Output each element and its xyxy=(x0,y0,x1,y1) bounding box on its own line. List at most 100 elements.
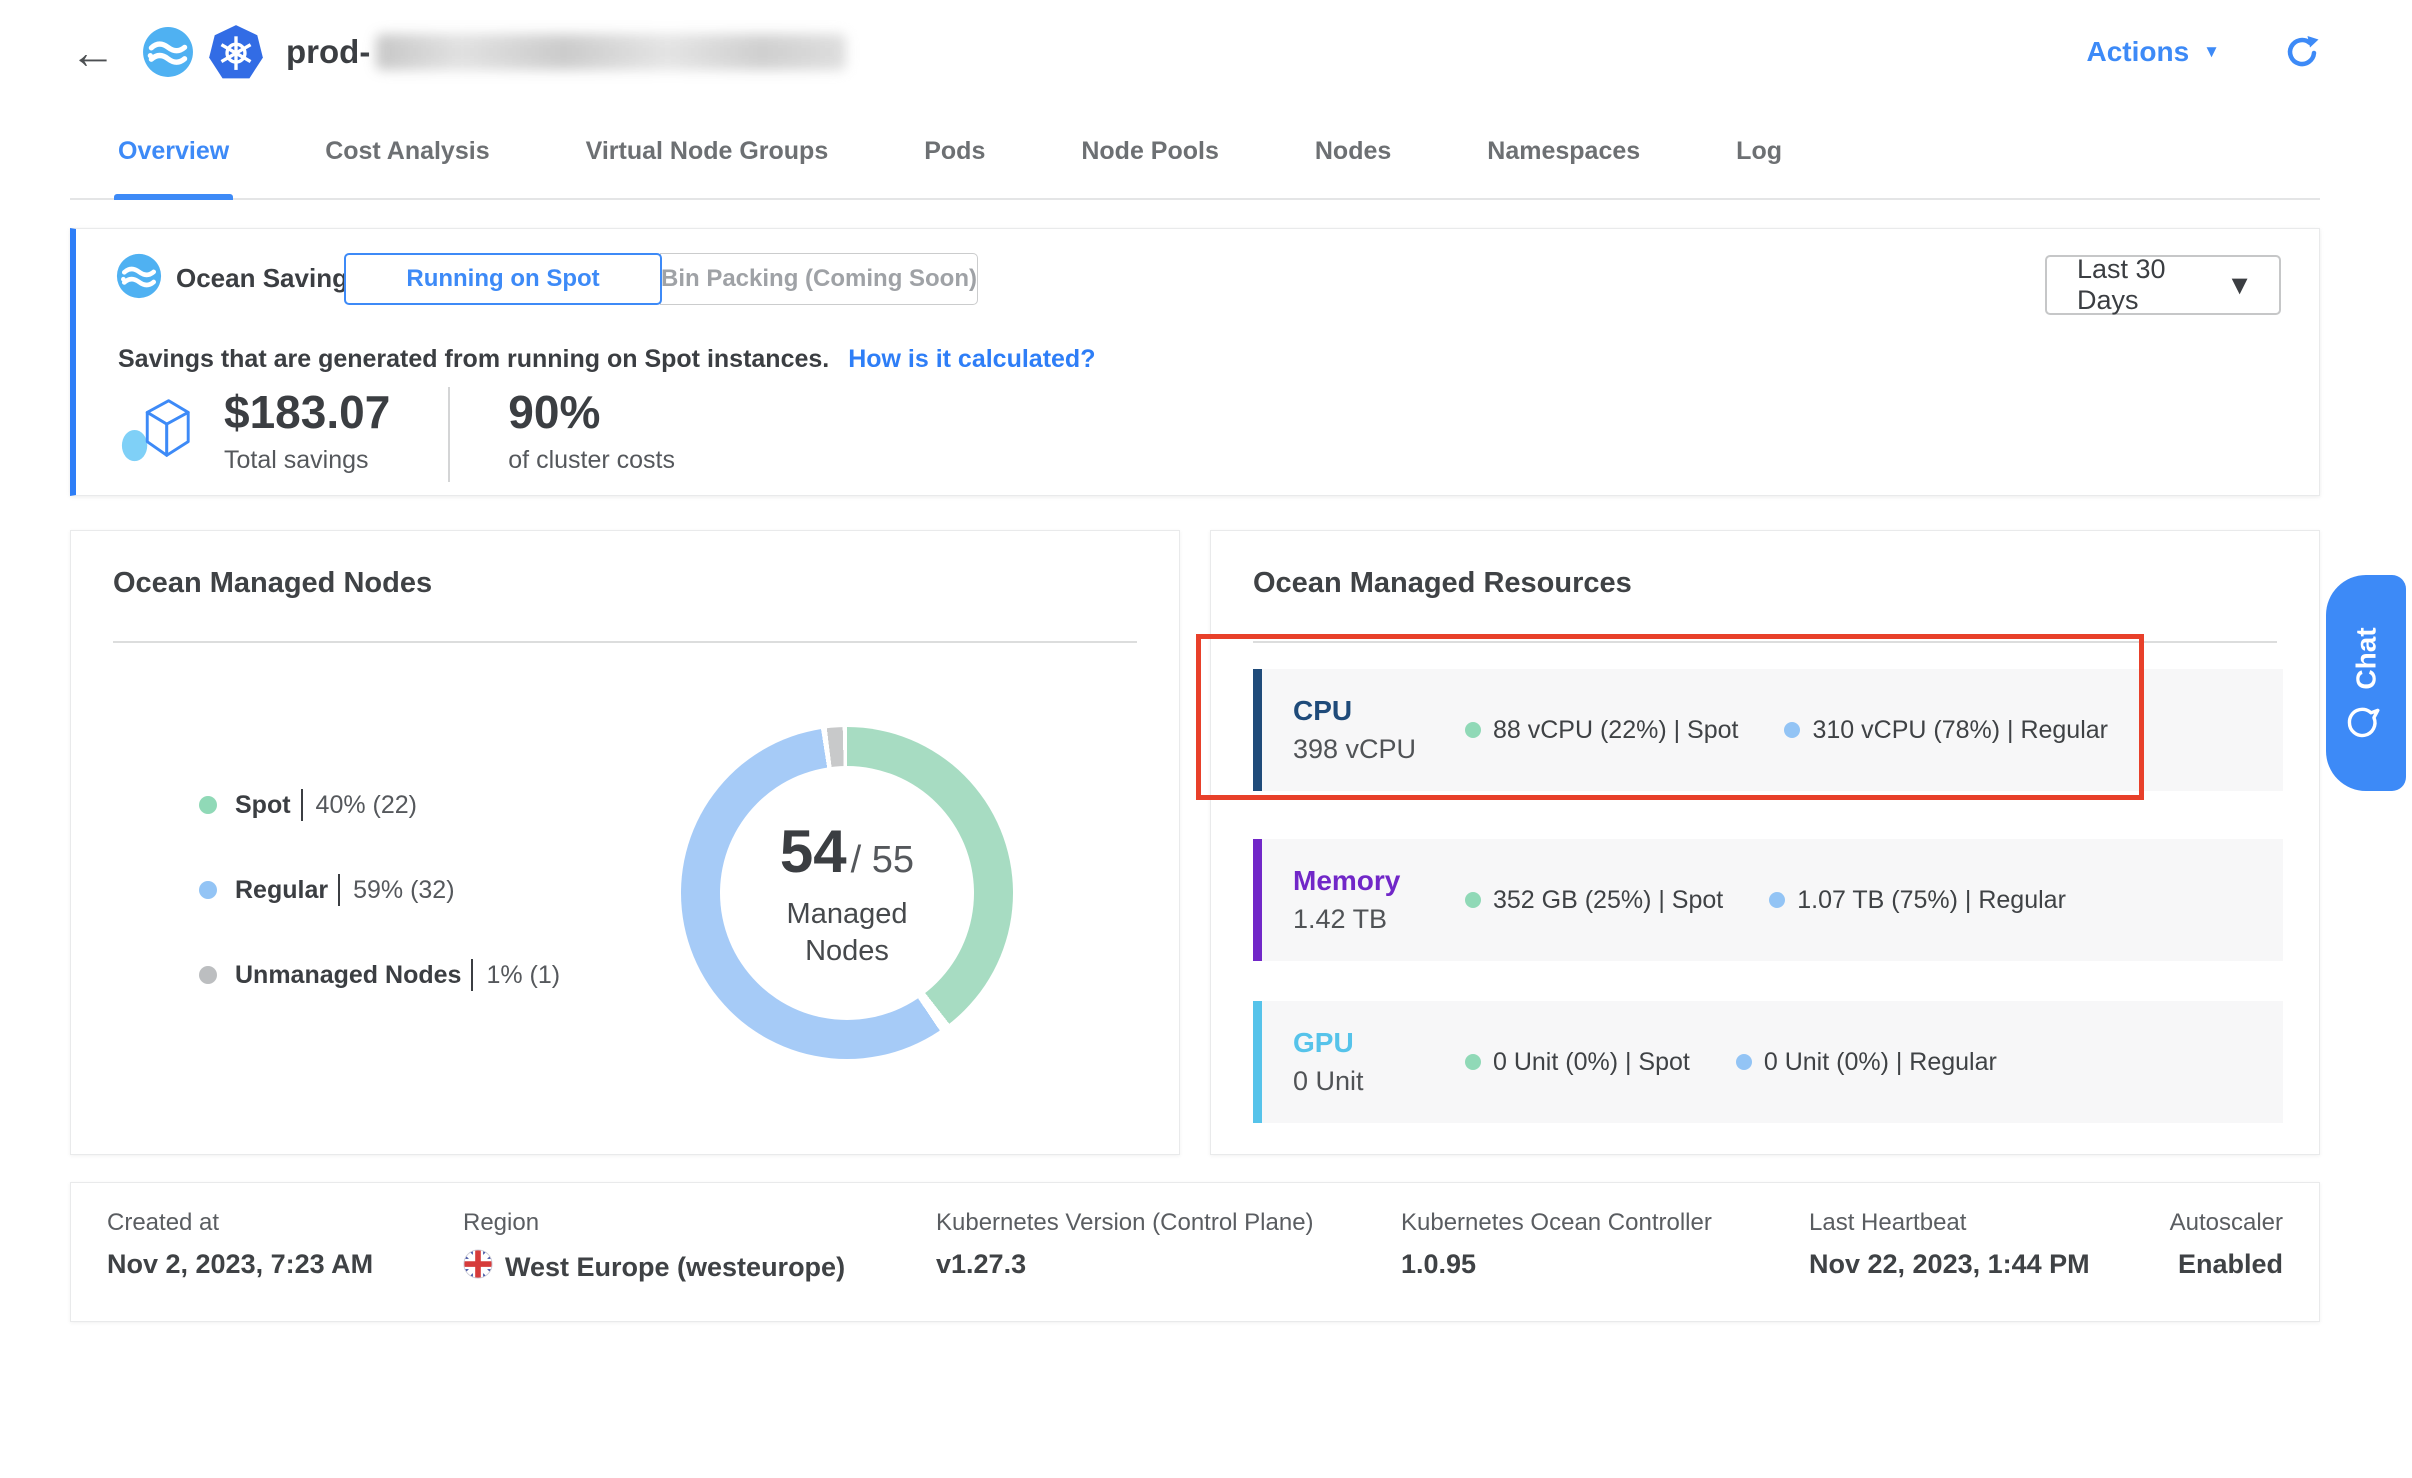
header-actions: Actions ▼ xyxy=(2086,34,2320,70)
card-divider xyxy=(1253,641,2277,643)
tab-node-pools[interactable]: Node Pools xyxy=(1081,104,1219,198)
cluster-name-redacted xyxy=(376,34,846,70)
total-count: / 55 xyxy=(851,839,914,882)
unmanaged-dot-icon xyxy=(199,966,217,984)
spot-stat-text: 0 Unit (0%) | Spot xyxy=(1493,1048,1690,1077)
resource-name: CPU xyxy=(1293,695,1465,727)
info-value: v1.27.3 xyxy=(936,1249,1314,1280)
resource-total: 398 vCPU xyxy=(1293,734,1465,765)
how-calculated-link[interactable]: How is it calculated? xyxy=(848,345,1095,373)
savings-toggle-group: Running on Spot Bin Packing (Coming Soon… xyxy=(344,253,978,305)
ocean-controller-column: Kubernetes Ocean Controller 1.0.95 xyxy=(1401,1209,1712,1280)
savings-header-row: Ocean Savings: xyxy=(116,253,371,304)
spot-stat-text: 352 GB (25%) | Spot xyxy=(1493,886,1723,915)
actions-label: Actions xyxy=(2086,36,2189,68)
resource-name: GPU xyxy=(1293,1027,1465,1059)
cluster-name-prefix: prod- xyxy=(286,33,370,71)
total-savings-metric: $183.07 Total savings xyxy=(224,387,390,475)
info-label: Last Heartbeat xyxy=(1809,1209,2090,1237)
legend-label: Unmanaged Nodes xyxy=(235,961,461,990)
tab-pods[interactable]: Pods xyxy=(924,104,985,198)
info-value: West Europe (westeurope) xyxy=(463,1249,845,1286)
legend-value: 59% (32) xyxy=(353,876,454,905)
resource-row-memory: Memory 1.42 TB 352 GB (25%) | Spot 1.07 … xyxy=(1253,839,2283,961)
chevron-down-icon: ▼ xyxy=(2226,270,2253,301)
resource-row-gpu: GPU 0 Unit 0 Unit (0%) | Spot 0 Unit (0%… xyxy=(1253,1001,2283,1123)
actions-button[interactable]: Actions ▼ xyxy=(2086,36,2220,68)
legend-label: Spot xyxy=(235,791,291,820)
regular-stat-text: 0 Unit (0%) | Regular xyxy=(1764,1048,1997,1077)
info-value: Nov 22, 2023, 1:44 PM xyxy=(1809,1249,2090,1280)
tab-overview[interactable]: Overview xyxy=(118,104,229,198)
legend-item-unmanaged: Unmanaged Nodes 1% (1) xyxy=(199,959,560,991)
info-value: 1.0.95 xyxy=(1401,1249,1712,1280)
refresh-icon[interactable] xyxy=(2284,34,2320,70)
legend-value: 40% (22) xyxy=(316,791,417,820)
k8s-version-column: Kubernetes Version (Control Plane) v1.27… xyxy=(936,1209,1314,1280)
last-heartbeat-column: Last Heartbeat Nov 22, 2023, 1:44 PM xyxy=(1809,1209,2090,1280)
page-title: prod- xyxy=(286,33,846,71)
regular-stat: 1.07 TB (75%) | Regular xyxy=(1769,886,2066,915)
spot-stat: 352 GB (25%) | Spot xyxy=(1465,886,1723,915)
card-divider xyxy=(113,641,1137,643)
back-arrow-icon[interactable]: ← xyxy=(70,29,116,75)
legend-separator xyxy=(471,959,473,991)
spot-stat: 0 Unit (0%) | Spot xyxy=(1465,1048,1690,1077)
ocean-savings-banner: Ocean Savings: Running on Spot Bin Packi… xyxy=(70,228,2320,496)
spot-dot-icon xyxy=(199,796,217,814)
savings-description: Savings that are generated from running … xyxy=(118,345,829,373)
savings-metrics-row: $183.07 Total savings 90% of cluster cos… xyxy=(118,387,675,482)
page: ← prod- xyxy=(0,0,2412,1478)
nodes-legend: Spot 40% (22) Regular 59% (32) Unmanaged… xyxy=(199,789,560,1044)
bin-packing-button[interactable]: Bin Packing (Coming Soon) xyxy=(660,253,978,305)
running-on-spot-button[interactable]: Running on Spot xyxy=(344,253,662,305)
total-savings-value: $183.07 xyxy=(224,387,390,438)
kubernetes-logo-icon xyxy=(208,24,264,80)
resource-total: 1.42 TB xyxy=(1293,904,1465,935)
resource-stats: 352 GB (25%) | Spot 1.07 TB (75%) | Regu… xyxy=(1465,886,2066,915)
chat-bubble-icon xyxy=(2346,705,2387,739)
header: ← prod- xyxy=(70,0,2320,104)
ocean-savings-icon xyxy=(116,253,162,304)
savings-cube-icon xyxy=(118,389,196,472)
memory-accent-bar xyxy=(1253,839,1262,961)
tab-cost-analysis[interactable]: Cost Analysis xyxy=(325,104,489,198)
info-label: Created at xyxy=(107,1209,373,1237)
gpu-accent-bar xyxy=(1253,1001,1262,1123)
chevron-down-icon: ▼ xyxy=(2203,42,2220,62)
legend-label: Regular xyxy=(235,876,328,905)
spot-stat-text: 88 vCPU (22%) | Spot xyxy=(1493,716,1738,745)
donut-center: 54 / 55 Managed Nodes xyxy=(681,727,1013,1059)
spot-dot-icon xyxy=(1465,722,1481,738)
spot-dot-icon xyxy=(1465,892,1481,908)
tab-log[interactable]: Log xyxy=(1736,104,1782,198)
spot-dot-icon xyxy=(1465,1054,1481,1070)
period-dropdown[interactable]: Last 30 Days ▼ xyxy=(2045,255,2281,315)
info-label: Kubernetes Version (Control Plane) xyxy=(936,1209,1314,1237)
spot-stat: 88 vCPU (22%) | Spot xyxy=(1465,716,1738,745)
created-at-column: Created at Nov 2, 2023, 7:23 AM xyxy=(107,1209,373,1280)
savings-label: Ocean Savings: xyxy=(176,263,371,294)
resource-name: Memory xyxy=(1293,865,1465,897)
resource-stats: 88 vCPU (22%) | Spot 310 vCPU (78%) | Re… xyxy=(1465,716,2108,745)
regular-dot-icon xyxy=(1769,892,1785,908)
legend-item-spot: Spot 40% (22) xyxy=(199,789,560,821)
metric-divider xyxy=(448,387,450,482)
autoscaler-status: Enabled xyxy=(2170,1249,2283,1280)
region-value: West Europe (westeurope) xyxy=(505,1252,845,1283)
tab-virtual-node-groups[interactable]: Virtual Node Groups xyxy=(586,104,829,198)
resource-total: 0 Unit xyxy=(1293,1066,1465,1097)
info-label: Region xyxy=(463,1209,845,1237)
ocean-managed-nodes-card: Ocean Managed Nodes Spot 40% (22) Regula… xyxy=(70,530,1180,1155)
savings-description-row: Savings that are generated from running … xyxy=(118,345,1095,374)
chat-button[interactable]: Chat xyxy=(2326,575,2406,791)
legend-separator xyxy=(301,789,303,821)
regular-dot-icon xyxy=(199,881,217,899)
region-column: Region West Europe (westeurope) xyxy=(463,1209,845,1286)
total-savings-label: Total savings xyxy=(224,446,390,475)
info-label: Autoscaler xyxy=(2170,1209,2283,1237)
tab-namespaces[interactable]: Namespaces xyxy=(1487,104,1640,198)
managed-nodes-title: Ocean Managed Nodes xyxy=(113,567,432,600)
tab-nodes[interactable]: Nodes xyxy=(1315,104,1391,198)
cpu-accent-bar xyxy=(1253,669,1262,791)
